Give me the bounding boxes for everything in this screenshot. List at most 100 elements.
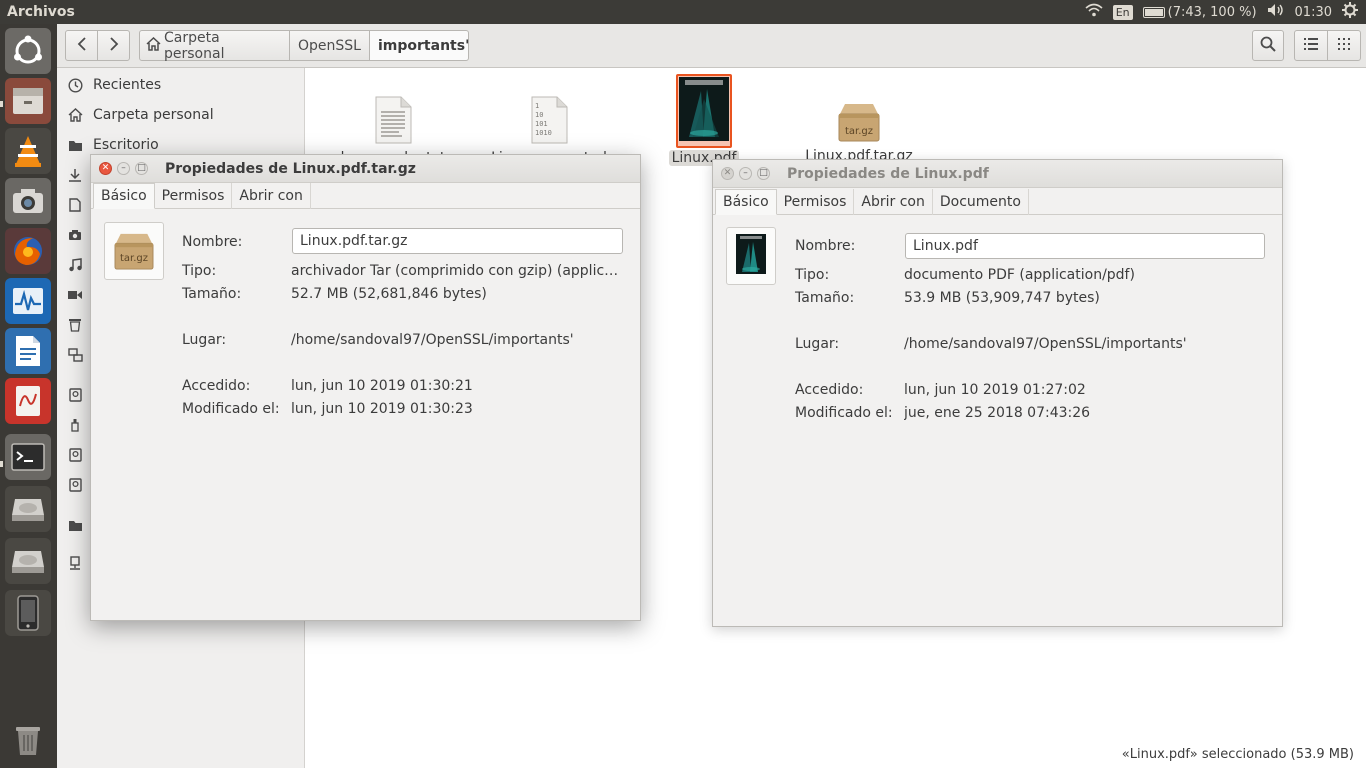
chevron-right-icon bbox=[109, 36, 119, 55]
indicator-area: En (7:43, 100 %) 01:30 bbox=[1085, 0, 1366, 24]
vlc-icon[interactable] bbox=[5, 128, 51, 174]
phone-device-icon[interactable] bbox=[5, 590, 51, 636]
breadcrumb-current[interactable]: importants' bbox=[369, 30, 469, 61]
volume-icon[interactable] bbox=[1267, 3, 1285, 21]
sidebar-item-drive-2[interactable] bbox=[67, 447, 83, 463]
label-tamano: Tamaño: bbox=[182, 286, 242, 302]
sidebar-item-network[interactable] bbox=[67, 347, 83, 363]
terminal-icon[interactable] bbox=[5, 434, 51, 480]
sidebar-item-connect-server[interactable] bbox=[67, 555, 83, 571]
label-modificado: Modificado el: bbox=[182, 401, 280, 417]
sidebar-item-carpeta-personal[interactable]: Carpeta personal bbox=[67, 107, 214, 123]
text-file-icon bbox=[374, 96, 412, 148]
sidebar-item-drive-1[interactable] bbox=[67, 387, 83, 403]
home-icon bbox=[67, 107, 83, 123]
download-icon bbox=[67, 167, 83, 183]
sidebar-item-pictures[interactable] bbox=[67, 227, 83, 243]
drive-icon[interactable] bbox=[5, 486, 51, 532]
tab-documento[interactable]: Documento bbox=[933, 189, 1029, 215]
dialog-tabs: Básico Permisos Abrir con Documento bbox=[713, 189, 1282, 215]
file-item-linux-tar-gz[interactable]: tar.gz Linux.pdf.tar.gz bbox=[794, 102, 924, 164]
sidebar-item-drive-3[interactable] bbox=[67, 477, 83, 493]
clock[interactable]: 01:30 bbox=[1295, 5, 1332, 20]
dialog-title: Propiedades de Linux.pdf.tar.gz bbox=[165, 160, 416, 177]
name-field[interactable] bbox=[905, 233, 1265, 259]
dialog-tabs: Básico Permisos Abrir con bbox=[91, 183, 640, 209]
list-view-button[interactable] bbox=[1294, 30, 1328, 61]
name-field[interactable] bbox=[292, 228, 623, 254]
forward-button[interactable] bbox=[97, 30, 130, 61]
ubuntu-dash-icon[interactable] bbox=[5, 28, 51, 74]
back-button[interactable] bbox=[65, 30, 98, 61]
value-modificado: lun, jun 10 2019 01:30:23 bbox=[291, 401, 473, 417]
minimize-icon[interactable]: – bbox=[739, 167, 752, 180]
system-monitor-icon[interactable] bbox=[5, 278, 51, 324]
files-app-icon[interactable] bbox=[5, 78, 51, 124]
maximize-icon[interactable]: □ bbox=[135, 162, 148, 175]
running-indicator bbox=[0, 461, 3, 467]
tab-basico[interactable]: Básico bbox=[715, 189, 777, 215]
properties-dialog-pdf: ✕ – □ Propiedades de Linux.pdf Básico Pe… bbox=[712, 159, 1283, 627]
value-lugar[interactable]: /home/sandoval97/OpenSSL/importants' bbox=[291, 332, 626, 348]
close-icon[interactable]: ✕ bbox=[721, 167, 734, 180]
breadcrumb-home[interactable]: Carpeta personal bbox=[139, 29, 290, 62]
value-tipo: archivador Tar (comprimido con gzip) (ap… bbox=[291, 263, 626, 279]
minimize-icon[interactable]: – bbox=[117, 162, 130, 175]
trash-icon[interactable] bbox=[5, 716, 51, 762]
label-lugar: Lugar: bbox=[182, 332, 227, 348]
sidebar-item-device[interactable] bbox=[67, 417, 83, 433]
app-title: Archivos bbox=[7, 4, 75, 20]
tab-basico[interactable]: Básico bbox=[93, 183, 155, 209]
tab-permisos[interactable]: Permisos bbox=[155, 183, 233, 209]
drive-icon[interactable] bbox=[5, 538, 51, 584]
sidebar-item-documents[interactable] bbox=[67, 197, 83, 213]
battery-icon bbox=[1142, 6, 1165, 18]
sidebar-item-videos[interactable] bbox=[67, 287, 83, 303]
maximize-icon[interactable]: □ bbox=[757, 167, 770, 180]
battery-text: (7:43, 100 %) bbox=[1167, 4, 1257, 20]
drive-icon bbox=[67, 477, 83, 493]
binary-file-icon: 1 10 101 1010 bbox=[530, 96, 568, 148]
sidebar-item-recientes[interactable]: Recientes bbox=[67, 77, 161, 93]
tab-abrir-con[interactable]: Abrir con bbox=[854, 189, 933, 215]
tab-abrir-con[interactable]: Abrir con bbox=[232, 183, 311, 209]
document-icon bbox=[67, 197, 83, 213]
battery-indicator[interactable]: (7:43, 100 %) bbox=[1142, 4, 1257, 20]
writer-icon[interactable] bbox=[5, 328, 51, 374]
gear-icon[interactable] bbox=[1342, 2, 1358, 22]
chevron-left-icon bbox=[77, 36, 87, 55]
breadcrumb-openssl[interactable]: OpenSSL bbox=[289, 30, 370, 61]
tab-permisos[interactable]: Permisos bbox=[777, 189, 855, 215]
drive-icon bbox=[67, 387, 83, 403]
label-nombre: Nombre: bbox=[182, 234, 243, 250]
firefox-icon[interactable] bbox=[5, 228, 51, 274]
music-icon bbox=[67, 257, 83, 273]
list-view-icon bbox=[1304, 37, 1318, 54]
drive-icon bbox=[67, 447, 83, 463]
camera-icon bbox=[67, 227, 83, 243]
status-bar-text: «Linux.pdf» seleccionado (53.9 MB) bbox=[1121, 747, 1354, 762]
sidebar-item-music[interactable] bbox=[67, 257, 83, 273]
close-icon[interactable]: ✕ bbox=[99, 162, 112, 175]
camera-app-icon[interactable] bbox=[5, 178, 51, 224]
label-nombre: Nombre: bbox=[795, 238, 856, 254]
breadcrumb-label: Carpeta personal bbox=[164, 29, 225, 62]
label-tipo: Tipo: bbox=[182, 263, 217, 279]
wifi-icon[interactable] bbox=[1085, 3, 1103, 21]
breadcrumb-label: OpenSSL bbox=[298, 37, 361, 54]
search-button[interactable] bbox=[1252, 30, 1284, 61]
keyboard-layout-indicator[interactable]: En bbox=[1112, 4, 1133, 20]
value-tipo: documento PDF (application/pdf) bbox=[904, 267, 1135, 283]
file-type-icon: tar.gz bbox=[104, 222, 164, 280]
sidebar-item-trash[interactable] bbox=[67, 317, 83, 333]
sidebar-item-other-locations[interactable] bbox=[67, 517, 83, 533]
clock-icon bbox=[67, 77, 83, 93]
sidebar-item-downloads[interactable] bbox=[67, 167, 83, 183]
sidebar-item-label: Carpeta personal bbox=[93, 107, 214, 123]
grid-view-button[interactable] bbox=[1327, 30, 1361, 61]
document-viewer-icon[interactable] bbox=[5, 378, 51, 424]
archive-icon: tar.gz bbox=[112, 232, 156, 270]
pdf-thumbnail-icon bbox=[676, 74, 732, 148]
sidebar-item-escritorio[interactable]: Escritorio bbox=[67, 137, 159, 153]
file-item-linux-pdf[interactable]: Linux.pdf bbox=[639, 74, 769, 166]
